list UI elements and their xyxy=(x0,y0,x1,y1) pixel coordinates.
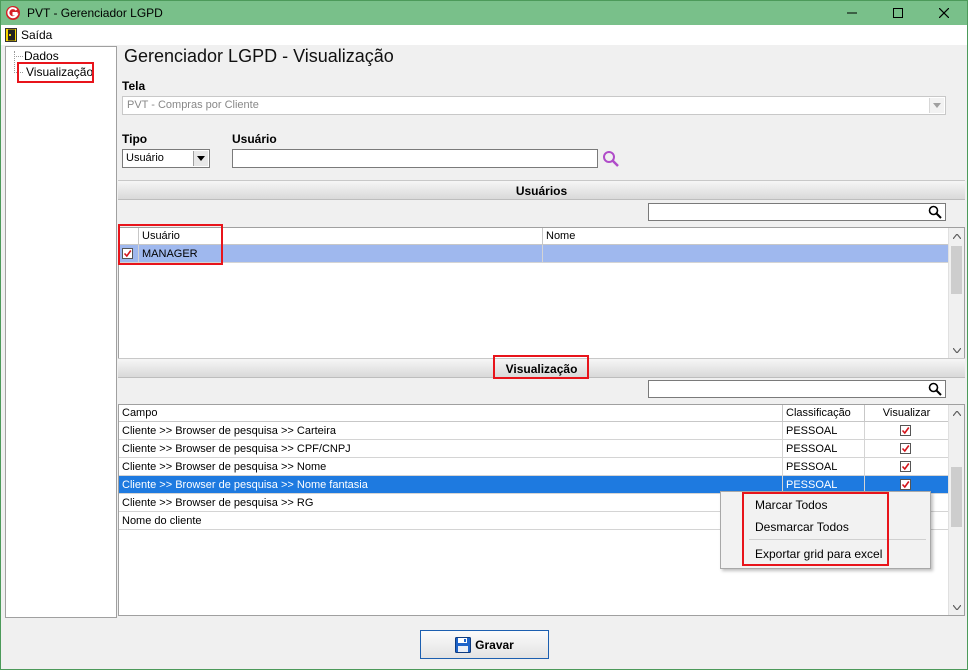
tela-label: Tela xyxy=(122,79,146,93)
usuarios-grid: Usuário Nome MANAGER xyxy=(118,227,965,359)
menu-exit-label: Saída xyxy=(21,28,53,42)
save-button-label: Gravar xyxy=(475,637,514,652)
cell-campo: Cliente >> Browser de pesquisa >> RG xyxy=(119,494,783,512)
visualizar-checkbox[interactable] xyxy=(900,461,911,472)
window-title: PVT - Gerenciador LGPD xyxy=(27,6,163,20)
visualizacao-filter-input[interactable] xyxy=(648,380,946,398)
cell-campo: Nome do cliente xyxy=(119,512,783,530)
scroll-down-icon[interactable] xyxy=(949,599,965,615)
cell-classificacao: PESSOAL xyxy=(783,422,865,440)
highlight-usuario-row xyxy=(118,224,223,265)
cell-campo: Cliente >> Browser de pesquisa >> Nome xyxy=(119,458,783,476)
table-row[interactable]: Cliente >> Browser de pesquisa >> CPF/CN… xyxy=(119,440,948,458)
usuarios-section-title: Usuários xyxy=(515,184,568,198)
scroll-down-icon[interactable] xyxy=(949,342,965,358)
title-bar: PVT - Gerenciador LGPD xyxy=(1,1,967,25)
chevron-down-icon[interactable] xyxy=(929,98,944,113)
search-icon[interactable] xyxy=(928,205,942,219)
highlight-visualizacao-title xyxy=(493,355,589,379)
scroll-thumb[interactable] xyxy=(951,246,962,294)
tree-connector xyxy=(14,56,23,57)
floppy-disk-icon xyxy=(455,636,472,653)
minimize-icon xyxy=(847,12,857,14)
usuario-input[interactable] xyxy=(232,149,598,168)
cell-nome xyxy=(543,245,948,263)
app-logo-icon xyxy=(5,5,21,21)
cell-campo: Cliente >> Browser de pesquisa >> Cartei… xyxy=(119,422,783,440)
tree-connector xyxy=(14,51,15,73)
magnifier-icon xyxy=(603,151,619,167)
tipo-select[interactable]: Usuário xyxy=(122,149,210,168)
cell-classificacao: PESSOAL xyxy=(783,458,865,476)
column-header-visualizar[interactable]: Visualizar xyxy=(865,405,948,422)
visualizar-checkbox[interactable] xyxy=(900,443,911,454)
column-header-campo[interactable]: Campo xyxy=(119,405,783,422)
navigation-tree: Dados Visualização xyxy=(5,46,117,618)
close-button[interactable] xyxy=(921,1,967,25)
visualizar-checkbox[interactable] xyxy=(900,425,911,436)
cell-campo: Cliente >> Browser de pesquisa >> Nome f… xyxy=(119,476,783,494)
usuario-search-button[interactable] xyxy=(602,150,620,168)
tela-select-value: PVT - Compras por Cliente xyxy=(127,99,259,111)
visualizacao-vertical-scrollbar[interactable] xyxy=(948,405,964,615)
menu-exit[interactable]: Saída xyxy=(5,27,52,43)
highlight-context-menu xyxy=(742,492,889,566)
tela-select[interactable]: PVT - Compras por Cliente xyxy=(122,96,946,115)
table-row[interactable]: Cliente >> Browser de pesquisa >> Cartei… xyxy=(119,422,948,440)
usuarios-grid-header: Usuário Nome xyxy=(119,228,948,245)
tipo-select-value: Usuário xyxy=(126,152,164,164)
scroll-thumb[interactable] xyxy=(951,467,962,527)
app-window: PVT - Gerenciador LGPD Saída Dados Visua… xyxy=(0,0,968,670)
visualizacao-grid-header: Campo Classificação Visualizar xyxy=(119,405,948,422)
table-row[interactable]: Cliente >> Browser de pesquisa >> Nome P… xyxy=(119,458,948,476)
scroll-up-icon[interactable] xyxy=(949,228,965,244)
chevron-down-icon[interactable] xyxy=(193,151,208,166)
door-exit-icon xyxy=(5,28,17,42)
column-header-classificacao[interactable]: Classificação xyxy=(783,405,865,422)
menu-bar: Saída xyxy=(1,25,967,45)
usuarios-filter-input[interactable] xyxy=(648,203,946,221)
cell-visualizar xyxy=(865,440,948,458)
column-header-nome[interactable]: Nome xyxy=(543,228,948,245)
tree-item-dados[interactable]: Dados xyxy=(24,49,59,63)
maximize-icon xyxy=(893,8,903,18)
cell-visualizar xyxy=(865,422,948,440)
usuarios-section-header: Usuários xyxy=(118,180,965,200)
usuario-label: Usuário xyxy=(232,132,277,146)
scroll-up-icon[interactable] xyxy=(949,405,965,421)
close-icon xyxy=(939,8,949,18)
usuarios-vertical-scrollbar[interactable] xyxy=(948,228,964,358)
cell-classificacao: PESSOAL xyxy=(783,440,865,458)
page-title: Gerenciador LGPD - Visualização xyxy=(124,46,394,66)
save-button[interactable]: Gravar xyxy=(420,630,549,659)
minimize-button[interactable] xyxy=(829,1,875,25)
highlight-tree-visualizacao xyxy=(17,62,94,83)
table-row[interactable]: MANAGER xyxy=(119,245,948,263)
maximize-button[interactable] xyxy=(875,1,921,25)
cell-visualizar xyxy=(865,458,948,476)
tipo-label: Tipo xyxy=(122,132,148,146)
search-icon[interactable] xyxy=(928,382,942,396)
visualizar-checkbox[interactable] xyxy=(900,479,911,490)
cell-campo: Cliente >> Browser de pesquisa >> CPF/CN… xyxy=(119,440,783,458)
